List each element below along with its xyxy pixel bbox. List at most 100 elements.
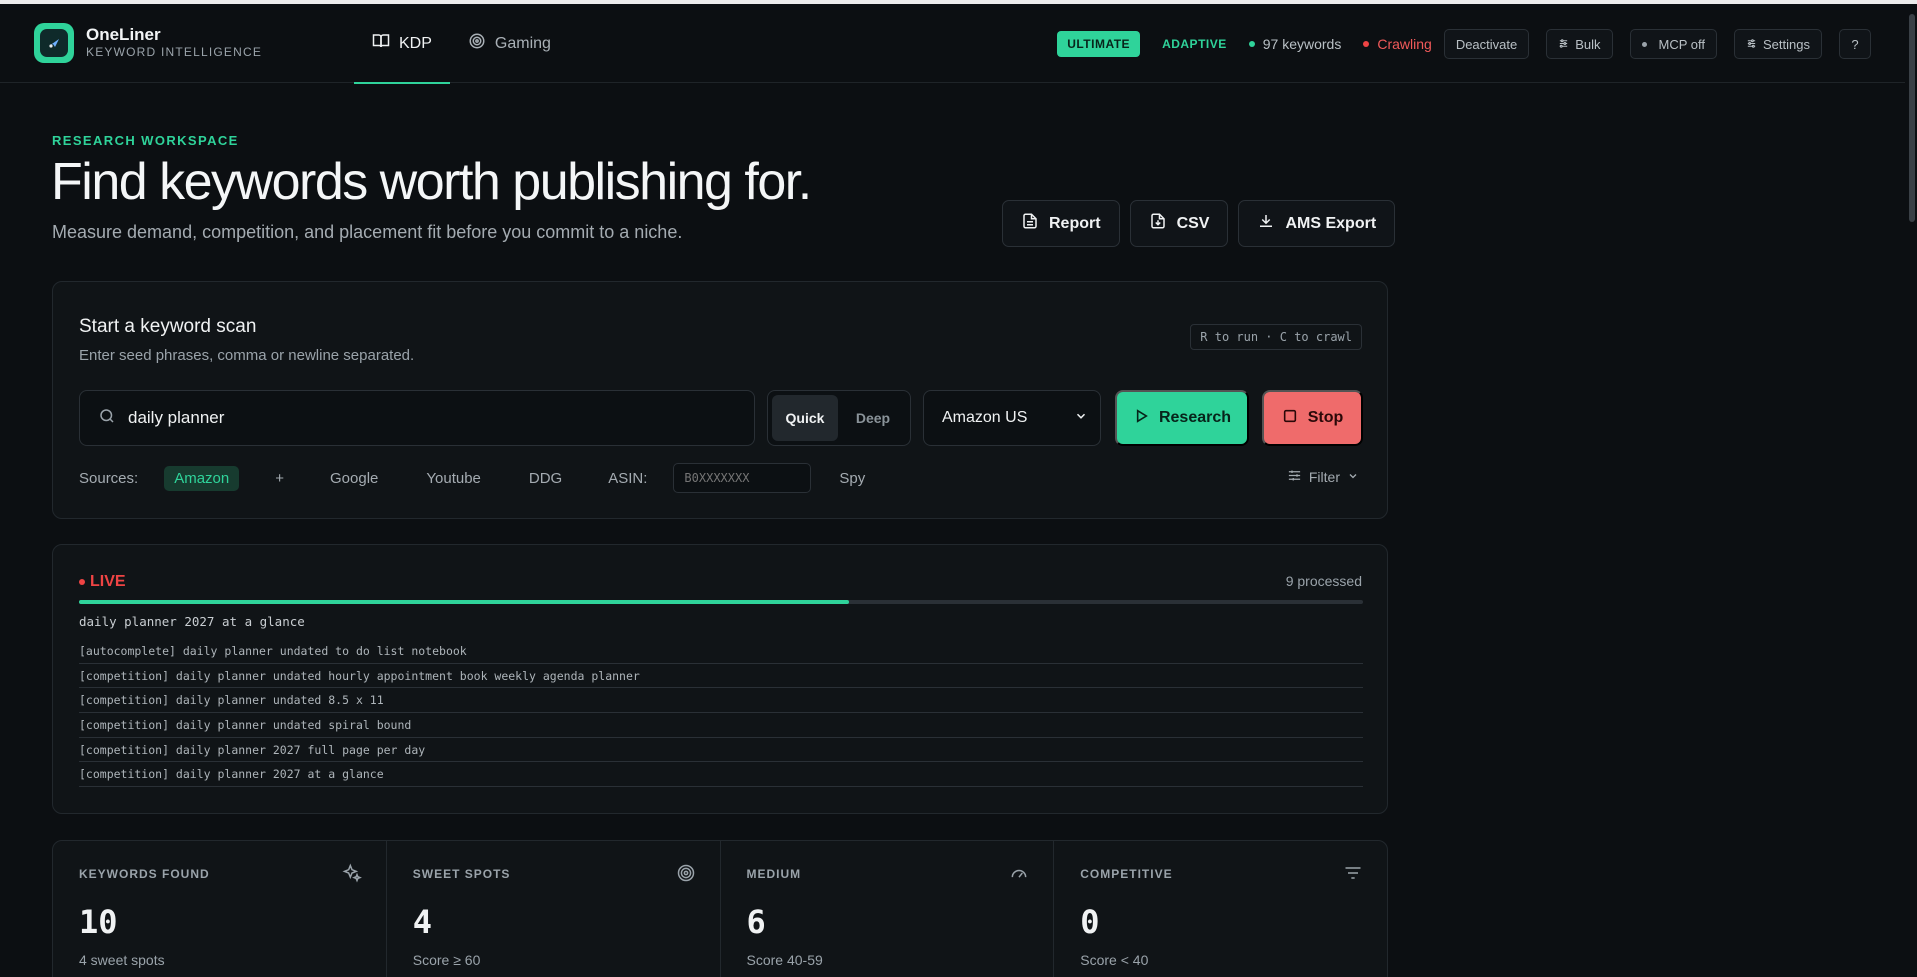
research-label: Research	[1158, 409, 1232, 426]
stat-sweet-spots: SWEET SPOTS 4 Score ≥ 60	[387, 841, 721, 977]
book-icon	[372, 32, 390, 55]
crawl-log: [autocomplete] daily planner undated to …	[79, 639, 1363, 788]
live-dot-icon	[79, 579, 85, 585]
mcp-toggle-button[interactable]: MCP off	[1629, 29, 1718, 59]
bulk-button[interactable]: Bulk	[1546, 29, 1613, 59]
stat-value: 10	[79, 903, 118, 941]
asin-input[interactable]	[673, 463, 812, 493]
sparkles-icon	[342, 863, 362, 888]
spy-button[interactable]: Spy	[829, 466, 875, 491]
stop-button[interactable]: Stop	[1262, 390, 1363, 446]
mode-deep-button[interactable]: Deep	[840, 395, 906, 441]
page-scrollbar[interactable]	[1905, 4, 1917, 977]
stat-label: SWEET SPOTS	[412, 867, 511, 881]
log-row: [competition] daily planner undated spir…	[79, 713, 1363, 738]
log-row: [competition] daily planner undated hour…	[79, 664, 1363, 689]
app-header: OneLiner KEYWORD INTELLIGENCE KDP Gaming…	[0, 4, 1905, 84]
keywords-status: 97 keywords	[1248, 36, 1342, 52]
stat-value: 4	[412, 903, 433, 941]
search-icon	[98, 407, 116, 430]
tab-gaming[interactable]: Gaming	[450, 4, 569, 83]
csv-label: CSV	[1176, 214, 1210, 232]
ams-export-label: AMS Export	[1285, 214, 1377, 232]
play-icon	[1133, 408, 1149, 429]
current-keyword: daily planner 2027 at a glance	[79, 614, 305, 629]
scan-title: Start a keyword scan	[79, 316, 257, 337]
sources-row: Sources: Amazon + Google Youtube DDG ASI…	[79, 463, 875, 493]
crawl-status: Crawling	[1363, 36, 1432, 52]
download-icon	[1257, 212, 1275, 235]
scrollbar-thumb[interactable]	[1909, 14, 1915, 222]
page-title: Find keywords worth publishing for.	[51, 153, 812, 211]
source-ddg-chip[interactable]: DDG	[519, 466, 572, 491]
stat-medium: MEDIUM 6 Score 40-59	[721, 841, 1055, 977]
settings-button[interactable]: Settings	[1734, 29, 1822, 59]
stat-label: MEDIUM	[746, 867, 802, 881]
filter-lines-icon	[1343, 863, 1363, 888]
keyword-scan-panel: Start a keyword scan Enter seed phrases,…	[52, 281, 1388, 519]
header-status-bar: ULTIMATE ADAPTIVE 97 keywords Crawling D…	[1057, 29, 1871, 59]
settings-icon	[1746, 37, 1757, 52]
plan-badge: ULTIMATE	[1057, 31, 1141, 57]
scan-mode-toggle: Quick Deep	[767, 390, 911, 446]
mode-quick-button[interactable]: Quick	[772, 395, 838, 441]
status-dot-icon	[1248, 41, 1255, 47]
live-label: LIVE	[90, 573, 126, 590]
source-amazon-chip[interactable]: Amazon	[164, 465, 240, 491]
source-google-chip[interactable]: Google	[320, 466, 388, 491]
stat-value: 0	[1080, 903, 1100, 941]
stop-icon	[1282, 408, 1298, 429]
file-download-icon	[1149, 212, 1167, 235]
bulk-label: Bulk	[1575, 36, 1601, 52]
ams-export-button[interactable]: AMS Export	[1238, 200, 1396, 247]
page-subtitle: Measure demand, competition, and placeme…	[52, 222, 683, 242]
stat-note: Score ≥ 60	[412, 952, 481, 968]
keywords-count: 97 keywords	[1262, 36, 1342, 52]
live-crawl-panel: LIVE 9 processed daily planner 2027 at a…	[52, 544, 1388, 814]
target-icon	[676, 863, 696, 888]
stat-note: Score < 40	[1080, 952, 1149, 968]
filter-button[interactable]: Filter	[1287, 468, 1359, 486]
source-youtube-chip[interactable]: Youtube	[416, 466, 491, 491]
live-indicator: LIVE	[79, 573, 126, 591]
tab-kdp-label: KDP	[399, 34, 432, 52]
sources-label: Sources:	[79, 469, 139, 487]
stats-summary: KEYWORDS FOUND 10 4 sweet spots SWEET SP…	[52, 840, 1388, 977]
deactivate-button[interactable]: Deactivate	[1443, 29, 1530, 59]
brand-name: OneLiner	[86, 25, 161, 44]
crawl-progress-bar	[79, 600, 1363, 604]
adaptive-mode-label: ADAPTIVE	[1162, 37, 1227, 51]
log-row: [competition] daily planner undated 8.5 …	[79, 688, 1363, 714]
export-actions: Report CSV AMS Export	[1002, 200, 1396, 247]
research-button[interactable]: Research	[1115, 390, 1249, 446]
csv-button[interactable]: CSV	[1129, 200, 1229, 247]
crawl-status-text: Crawling	[1377, 36, 1432, 52]
crawl-dot-icon	[1363, 41, 1370, 47]
seed-search-box[interactable]	[79, 390, 755, 446]
asin-label: ASIN:	[608, 469, 648, 487]
log-row: [autocomplete] daily planner undated to …	[79, 639, 1363, 664]
scan-subtitle: Enter seed phrases, comma or newline sep…	[79, 347, 415, 364]
page-eyebrow: RESEARCH WORKSPACE	[52, 133, 239, 148]
brand-subtitle: KEYWORD INTELLIGENCE	[86, 45, 263, 59]
stat-note: 4 sweet spots	[79, 952, 165, 968]
tab-gaming-label: Gaming	[494, 34, 551, 52]
brand[interactable]: OneLiner KEYWORD INTELLIGENCE	[34, 23, 262, 63]
shortcut-hint: R to run · C to crawl	[1190, 324, 1362, 350]
gauge-icon	[1009, 863, 1029, 888]
help-button[interactable]: ?	[1839, 29, 1871, 59]
crawl-progress-fill	[79, 600, 850, 604]
log-row: [competition] daily planner 2027 at a gl…	[79, 762, 1363, 788]
stop-label: Stop	[1307, 409, 1344, 426]
stat-keywords-found: KEYWORDS FOUND 10 4 sweet spots	[53, 841, 387, 977]
stat-note: Score 40-59	[746, 952, 823, 968]
filter-label: Filter	[1308, 469, 1340, 485]
stat-label: KEYWORDS FOUND	[79, 867, 210, 881]
seed-search-input[interactable]	[128, 408, 708, 428]
mcp-label: MCP off	[1658, 36, 1706, 52]
tab-kdp[interactable]: KDP	[354, 4, 450, 84]
marketplace-select[interactable]: Amazon US	[923, 390, 1101, 446]
report-button[interactable]: Report	[1002, 200, 1120, 247]
add-source-button[interactable]: +	[265, 466, 294, 491]
stat-competitive: COMPETITIVE 0 Score < 40	[1054, 841, 1387, 977]
